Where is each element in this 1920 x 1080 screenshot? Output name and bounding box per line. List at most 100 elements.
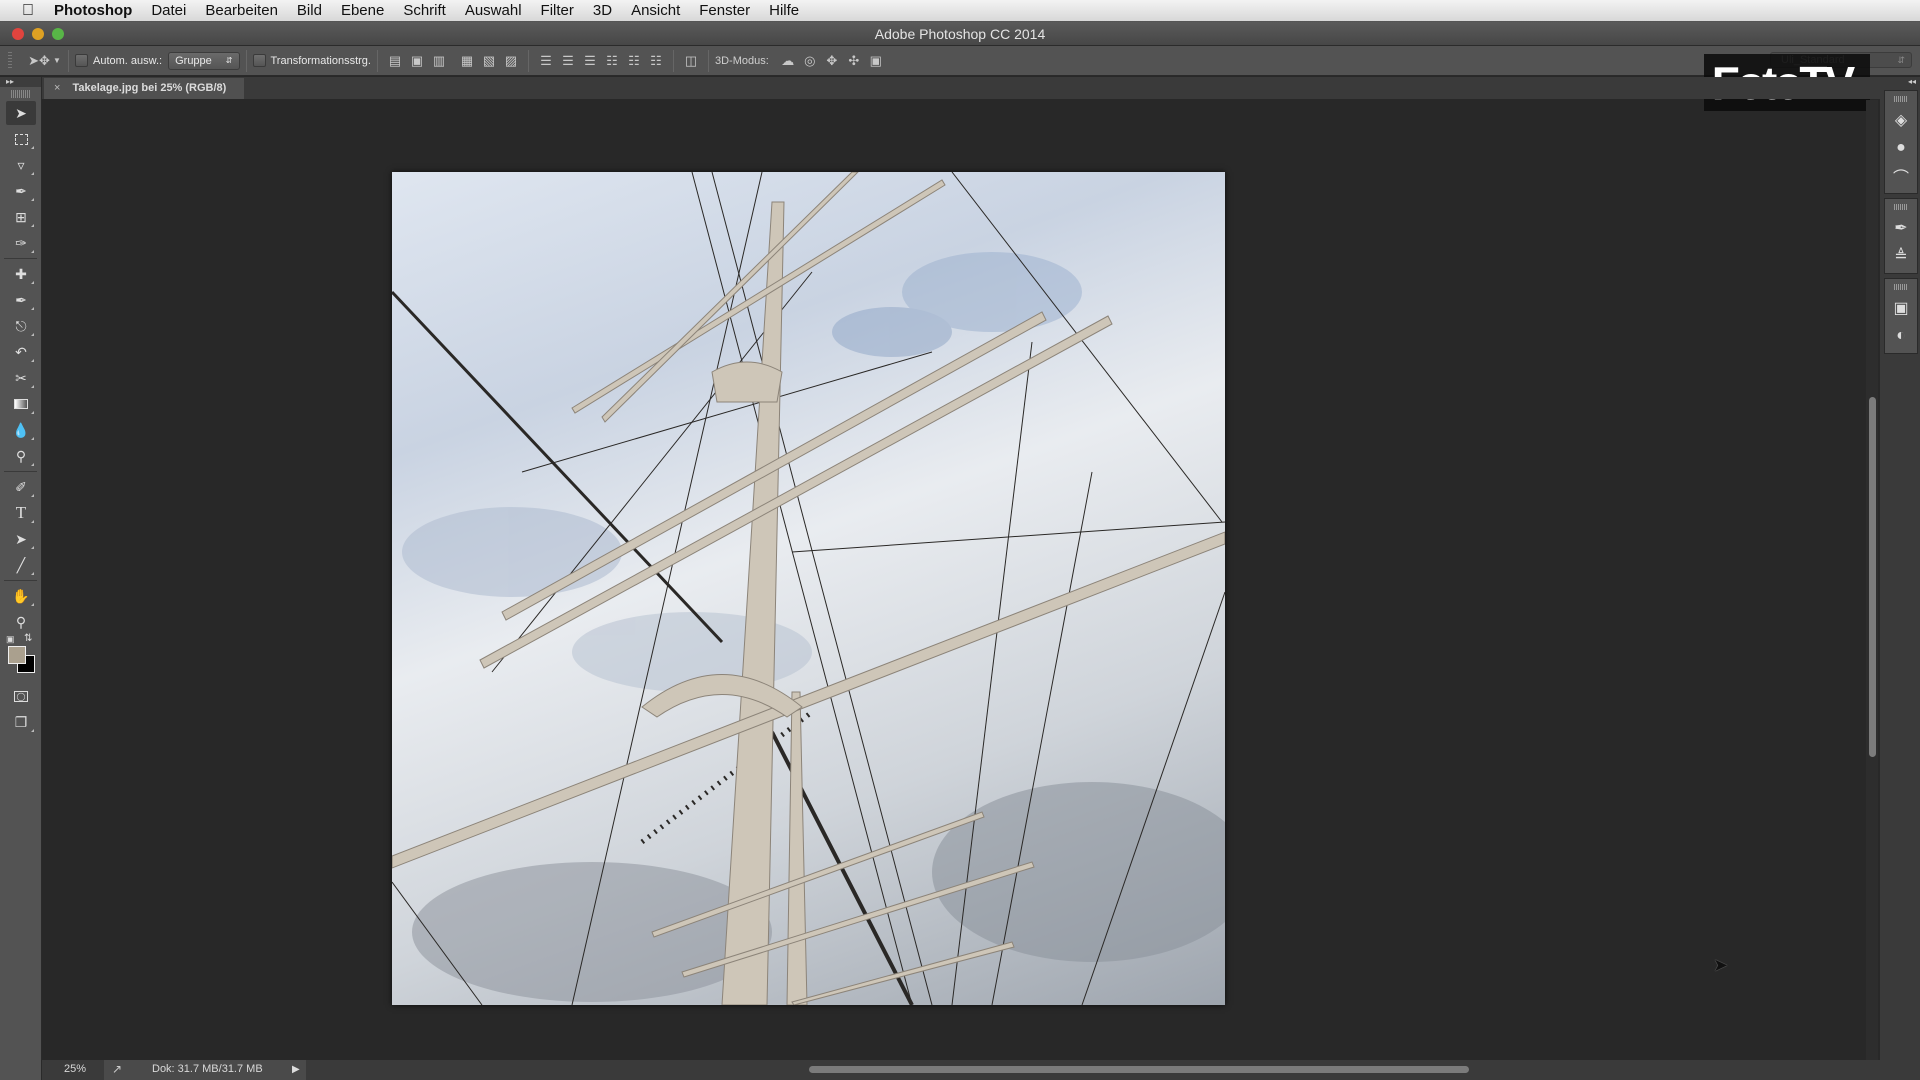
menu-photoshop[interactable]: Photoshop [54, 2, 132, 19]
type-tool[interactable]: T [6, 501, 36, 525]
horizontal-scrollbar-thumb[interactable] [809, 1066, 1469, 1073]
menu-datei[interactable]: Datei [151, 2, 186, 19]
menu-bild[interactable]: Bild [297, 2, 322, 19]
transform-controls-checkbox[interactable] [252, 54, 266, 67]
zoom-level-field[interactable]: 25% [64, 1063, 86, 1075]
hand-tool[interactable]: ✋ [6, 584, 36, 608]
brush-tool[interactable]: ✒ [6, 288, 36, 312]
gradient-tool[interactable] [6, 392, 36, 416]
menu-filter[interactable]: Filter [541, 2, 574, 19]
default-colors-icon[interactable]: ▣ [6, 634, 15, 645]
marquee-icon [14, 133, 28, 145]
minimize-window-button[interactable] [32, 28, 44, 40]
properties-3d-icon[interactable]: ▣ [1885, 294, 1917, 322]
menu-ansicht[interactable]: Ansicht [631, 2, 680, 19]
panel-group-grip[interactable] [1894, 284, 1908, 290]
updown-arrows-icon: ⇵ [1897, 55, 1905, 65]
close-window-button[interactable] [12, 28, 24, 40]
divider [707, 49, 709, 72]
brush-icon: ✒ [15, 291, 27, 308]
roll-3d-icon[interactable]: ◎ [799, 53, 821, 69]
scale-3d-camera-icon[interactable]: ▣ [865, 53, 887, 69]
rectangular-marquee-tool[interactable] [6, 127, 36, 151]
divider [4, 580, 37, 581]
auto-align-layers-icon[interactable]: ◫ [680, 53, 702, 69]
distribute-left-icon[interactable]: ☷ [601, 53, 623, 69]
ship-rigging-photo [392, 172, 1225, 1005]
menu-ebene[interactable]: Ebene [341, 2, 384, 19]
distribute-hcenter-icon[interactable]: ☷ [623, 53, 645, 69]
collapse-panel-icon[interactable]: ◂◂ [1880, 77, 1920, 87]
pen-icon: ✐ [15, 478, 27, 495]
pen-tool[interactable]: ✐ [6, 475, 36, 499]
apple-menu-icon[interactable]:  [18, 2, 38, 20]
divider [376, 49, 378, 72]
brush-presets-icon[interactable]: ≜ [1885, 242, 1917, 270]
distribute-vcenter-icon[interactable]: ☰ [557, 53, 579, 69]
align-bottom-icon[interactable]: ▥ [428, 53, 450, 69]
updown-arrows-icon: ⇵ [225, 56, 233, 65]
distribute-right-icon[interactable]: ☷ [645, 53, 667, 69]
orbit-3d-icon[interactable]: ☁ [777, 53, 799, 69]
status-menu-arrow-icon[interactable]: ▶ [292, 1064, 300, 1075]
crop-tool[interactable]: ⊞ [6, 205, 36, 229]
layers-icon[interactable]: ◈ [1885, 106, 1917, 134]
foreground-color-swatch[interactable] [8, 646, 26, 664]
channels-icon[interactable]: ● [1885, 134, 1917, 162]
line-tool[interactable]: ╱ [6, 553, 36, 577]
vertical-scrollbar-thumb[interactable] [1869, 397, 1876, 757]
panel-group-grip[interactable] [1894, 204, 1908, 210]
distribute-top-icon[interactable]: ☰ [535, 53, 557, 69]
eraser-tool[interactable]: ✂ [6, 366, 36, 390]
document-tab-bar: × Takelage.jpg bei 25% (RGB/8) [42, 77, 1880, 99]
slide-3d-icon[interactable]: ✣ [843, 53, 865, 69]
clone-stamp-tool[interactable]: ⎋ [6, 314, 36, 338]
tool-preset-dropdown-icon[interactable]: ▼ [52, 56, 62, 65]
menu-schrift[interactable]: Schrift [403, 2, 446, 19]
align-hcenter-icon[interactable]: ▧ [478, 53, 500, 69]
menu-hilfe[interactable]: Hilfe [769, 2, 799, 19]
share-icon[interactable]: ↗ [112, 1062, 122, 1076]
brushes-icon[interactable]: ✒ [1885, 214, 1917, 242]
menu-bearbeiten[interactable]: Bearbeiten [205, 2, 278, 19]
align-vcenter-icon[interactable]: ▣ [406, 53, 428, 69]
auto-select-dropdown[interactable]: Gruppe ⇵ [168, 51, 240, 70]
menu-3d[interactable]: 3D [593, 2, 612, 19]
close-tab-icon[interactable]: × [54, 82, 60, 94]
swap-colors-icon[interactable]: ⇅ [24, 633, 32, 644]
expand-panel-icon[interactable]: ▸▸ [0, 77, 41, 87]
divider [527, 49, 529, 72]
paths-icon[interactable]: ⌒ [1885, 162, 1917, 190]
polygonal-lasso-tool[interactable]: ▿ [6, 153, 36, 177]
options-bar-grip[interactable] [8, 51, 12, 70]
align-top-icon[interactable]: ▤ [384, 53, 406, 69]
eyedropper-tool[interactable]: ✑ [6, 231, 36, 255]
zoom-window-button[interactable] [52, 28, 64, 40]
history-brush-icon: ↶ [15, 343, 27, 360]
history-brush-tool[interactable]: ↶ [6, 340, 36, 364]
dodge-tool[interactable]: ⚲ [6, 444, 36, 468]
menu-bar:  Photoshop Datei Bearbeiten Bild Ebene … [0, 0, 1920, 22]
align-left-icon[interactable]: ▦ [456, 53, 478, 69]
screen-mode-button[interactable]: ❐ [6, 710, 36, 734]
menu-fenster[interactable]: Fenster [699, 2, 750, 19]
document-tab[interactable]: × Takelage.jpg bei 25% (RGB/8) [44, 78, 244, 99]
align-right-icon[interactable]: ▨ [500, 53, 522, 69]
document-info[interactable]: ↗ Dok: 31.7 MB/31.7 MB ▶ [104, 1060, 306, 1080]
pan-3d-icon[interactable]: ✥ [821, 53, 843, 69]
document-canvas[interactable] [392, 172, 1225, 1005]
distribute-bottom-icon[interactable]: ☰ [579, 53, 601, 69]
spot-healing-brush-tool[interactable]: ✚ [6, 262, 36, 286]
blur-tool[interactable]: 💧 [6, 418, 36, 442]
tools-panel-grip[interactable] [11, 90, 30, 98]
move-tool[interactable]: ➤ [6, 101, 36, 125]
panel-group-grip[interactable] [1894, 96, 1908, 102]
path-selection-tool[interactable]: ➤ [6, 527, 36, 551]
move-tool-icon[interactable]: ➤✥ [26, 53, 52, 69]
adjustments-icon[interactable]: ◐ [1885, 322, 1917, 350]
quick-mask-button[interactable]: ◯ [6, 684, 36, 708]
quick-selection-tool[interactable]: ✒ [6, 179, 36, 203]
auto-select-checkbox[interactable] [75, 54, 88, 67]
zoom-tool[interactable]: ⚲ [6, 610, 36, 634]
menu-auswahl[interactable]: Auswahl [465, 2, 522, 19]
